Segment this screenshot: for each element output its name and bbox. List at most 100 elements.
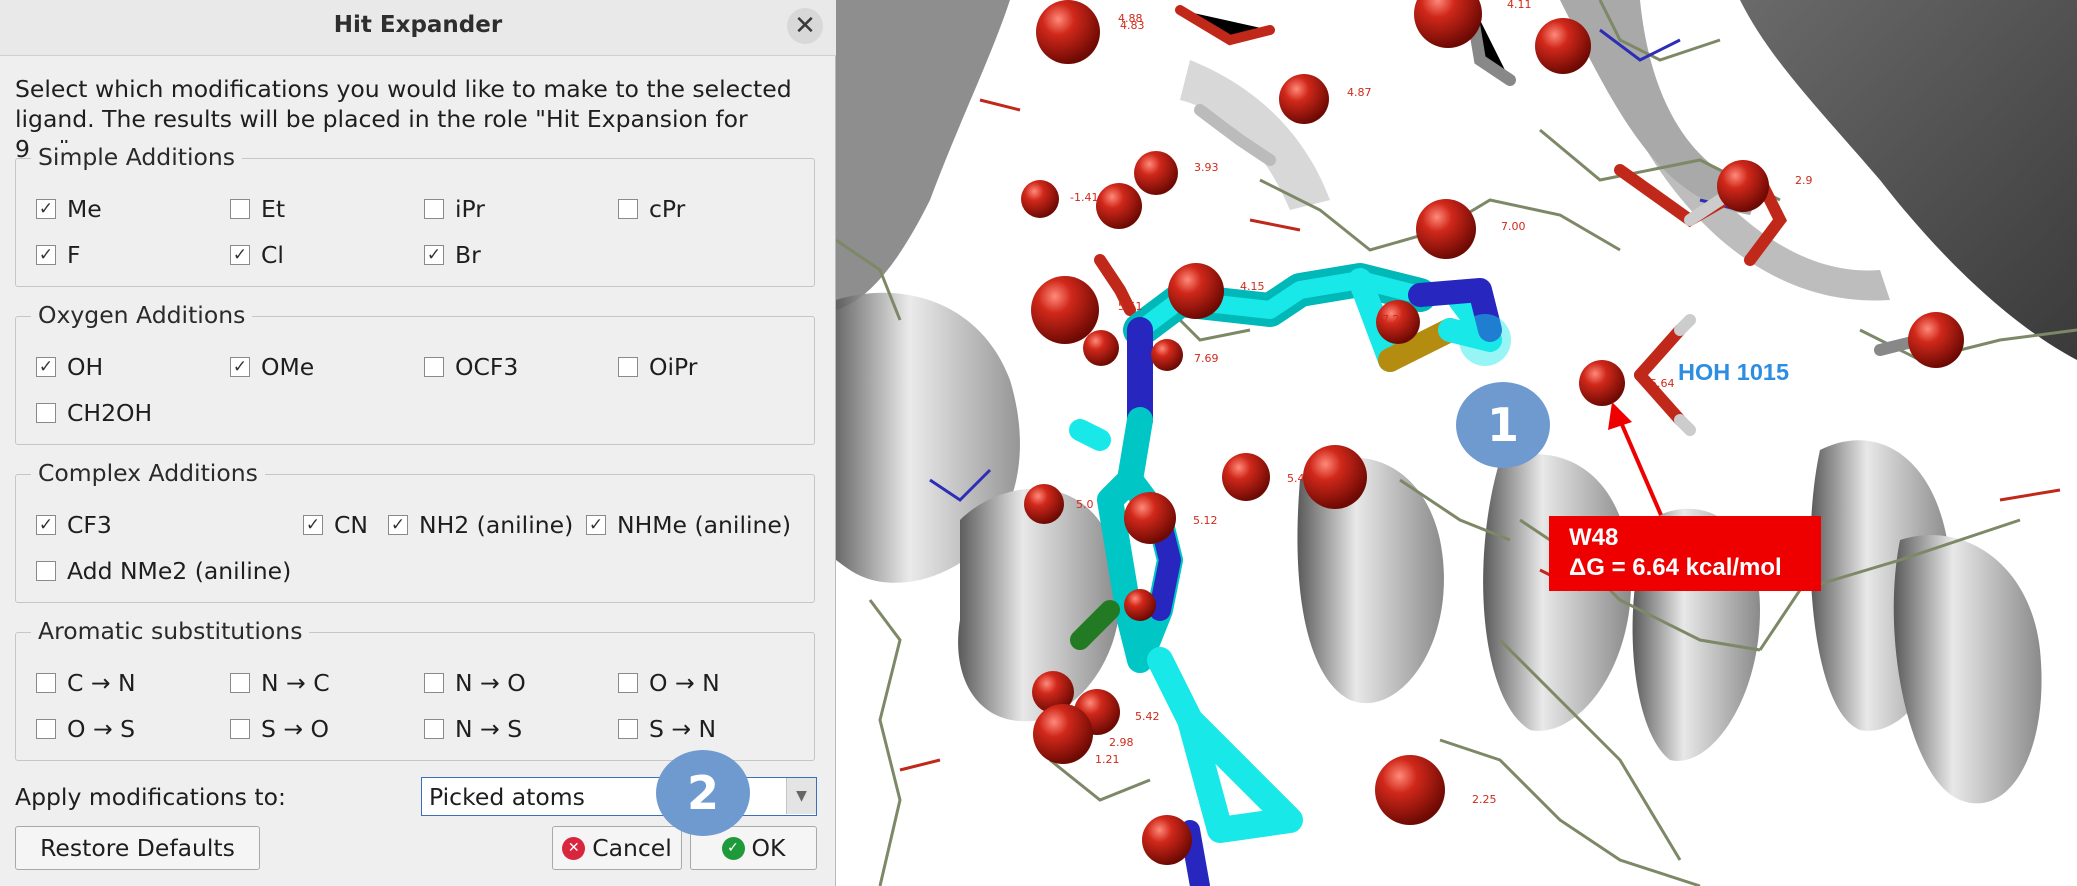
distance-label: 7.69 [1194, 352, 1219, 365]
group-title: Aromatic substitutions [31, 617, 310, 645]
distance-label: -1.41 [1070, 191, 1098, 204]
dialog-title: Hit Expander [333, 12, 503, 38]
checkbox-s-to-o[interactable]: S → O [230, 715, 329, 743]
checkbox-s-to-n[interactable]: S → N [618, 715, 716, 743]
distance-label: 5.0 [1076, 498, 1094, 511]
checkbox-label: N → C [261, 669, 330, 697]
checkbox-label: Br [455, 241, 481, 269]
checkbox-box: ✓ [303, 515, 323, 535]
restore-defaults-button[interactable]: Restore Defaults [15, 826, 260, 870]
callout-2-badge: 2 [656, 750, 750, 836]
checkbox-oh[interactable]: ✓ OH [36, 353, 103, 381]
checkbox-box: ✓ [230, 357, 250, 377]
checkbox-et[interactable]: Et [230, 195, 285, 223]
group-title: Complex Additions [31, 459, 265, 487]
checkbox-box [424, 357, 444, 377]
group-title: Simple Additions [31, 143, 242, 171]
checkbox-me[interactable]: ✓ Me [36, 195, 102, 223]
checkbox-label: N → S [455, 715, 523, 743]
checkbox-box [230, 199, 250, 219]
checkbox-label: Add NMe2 (aniline) [67, 557, 292, 585]
checkbox-ipr[interactable]: iPr [424, 195, 485, 223]
title-bar[interactable]: Hit Expander ✕ [0, 0, 836, 56]
checkbox-n-to-o[interactable]: N → O [424, 669, 526, 697]
checkbox-label: CN [334, 511, 368, 539]
checkbox-label: iPr [455, 195, 485, 223]
checkbox-label: S → O [261, 715, 330, 743]
aromatic-substitutions-group: Aromatic substitutions C → N N → C N → O… [15, 617, 815, 761]
oxygen-additions-group: Oxygen Additions ✓ OH ✓ OMe OCF3 OiPr CH2O… [15, 301, 815, 445]
checkbox-nhme-aniline[interactable]: ✓ NHMe (aniline) [586, 511, 791, 539]
cancel-label: Cancel [592, 834, 672, 862]
checkbox-cpr[interactable]: cPr [618, 195, 685, 223]
checkbox-label: O → N [649, 669, 720, 697]
checkbox-box [36, 403, 56, 423]
distance-label: 2.25 [1472, 793, 1497, 806]
checkbox-c-to-n[interactable]: C → N [36, 669, 136, 697]
distance-label: 7.2 [1382, 313, 1400, 326]
checkbox-label: CH2OH [67, 399, 153, 427]
checkbox-ome[interactable]: ✓ OMe [230, 353, 314, 381]
ok-label: OK [751, 834, 786, 862]
w48-title: W48 [1569, 524, 1619, 551]
checkbox-nh2-aniline[interactable]: ✓ NH2 (aniline) [388, 511, 573, 539]
close-button[interactable]: ✕ [787, 8, 823, 44]
group-title: Oxygen Additions [31, 301, 253, 329]
checkbox-box [424, 719, 444, 739]
checkbox-label: OiPr [649, 353, 698, 381]
simple-additions-group: Simple Additions ✓ Me Et iPr cPr ✓ F ✓ Cl ✓… [15, 143, 815, 287]
checkbox-add-nme2-aniline[interactable]: Add NMe2 (aniline) [36, 557, 291, 585]
checkbox-label: NH2 (aniline) [419, 511, 574, 539]
check-icon: ✓ [721, 836, 745, 860]
checkbox-label: N → O [455, 669, 526, 697]
distance-label: 4.15 [1240, 280, 1265, 293]
checkbox-ocf3[interactable]: OCF3 [424, 353, 518, 381]
checkbox-label: S → N [649, 715, 717, 743]
apply-modifications-label: Apply modifications to: [15, 783, 286, 811]
distance-label: 4.87 [1347, 86, 1372, 99]
apply-modifications-select[interactable]: Picked atoms ▼ [421, 777, 817, 816]
checkbox-label: CF3 [67, 511, 112, 539]
checkbox-o-to-n[interactable]: O → N [618, 669, 720, 697]
w48-delta-g: ΔG = 6.64 kcal/mol [1569, 554, 1782, 581]
checkbox-cf3[interactable]: ✓ CF3 [36, 511, 112, 539]
checkbox-n-to-c[interactable]: N → C [230, 669, 330, 697]
distance-label: 1.21 [1095, 753, 1120, 766]
checkbox-box [36, 673, 56, 693]
checkbox-label: Me [67, 195, 102, 223]
checkbox-label: cPr [649, 195, 686, 223]
checkbox-cn[interactable]: ✓ CN [303, 511, 368, 539]
checkbox-label: F [67, 241, 81, 269]
checkbox-label: Cl [261, 241, 284, 269]
checkbox-box [618, 199, 638, 219]
ligand[interactable] [1069, 263, 1511, 886]
distance-label: 5.64 [1650, 377, 1675, 390]
cancel-button[interactable]: ✕ Cancel [552, 826, 682, 870]
checkbox-box [230, 673, 250, 693]
protein-ribbons [836, 0, 2077, 804]
distance-label: 3.93 [1194, 161, 1219, 174]
checkbox-box [424, 199, 444, 219]
callout-1-badge: 1 [1456, 382, 1550, 468]
checkbox-n-to-s[interactable]: N → S [424, 715, 522, 743]
checkbox-ch2oh[interactable]: CH2OH [36, 399, 152, 427]
checkbox-box [618, 357, 638, 377]
apply-select-value: Picked atoms [429, 783, 585, 811]
checkbox-br[interactable]: ✓ Br [424, 241, 481, 269]
cancel-icon: ✕ [562, 836, 586, 860]
checkbox-f[interactable]: ✓ F [36, 241, 81, 269]
checkbox-box [618, 719, 638, 739]
checkbox-oipr[interactable]: OiPr [618, 353, 697, 381]
checkbox-cl[interactable]: ✓ Cl [230, 241, 284, 269]
distance-label: 4.11 [1507, 0, 1532, 11]
checkbox-box: ✓ [230, 245, 250, 265]
distance-label: 4.83 [1120, 19, 1145, 32]
checkbox-box [36, 719, 56, 739]
chevron-down-icon[interactable]: ▼ [786, 778, 816, 814]
checkbox-label: NHMe (aniline) [617, 511, 792, 539]
checkbox-box: ✓ [36, 515, 56, 535]
distance-label: 5.42 [1135, 710, 1160, 723]
checkbox-label: O → S [67, 715, 136, 743]
checkbox-o-to-s[interactable]: O → S [36, 715, 135, 743]
checkbox-label: Et [261, 195, 286, 223]
